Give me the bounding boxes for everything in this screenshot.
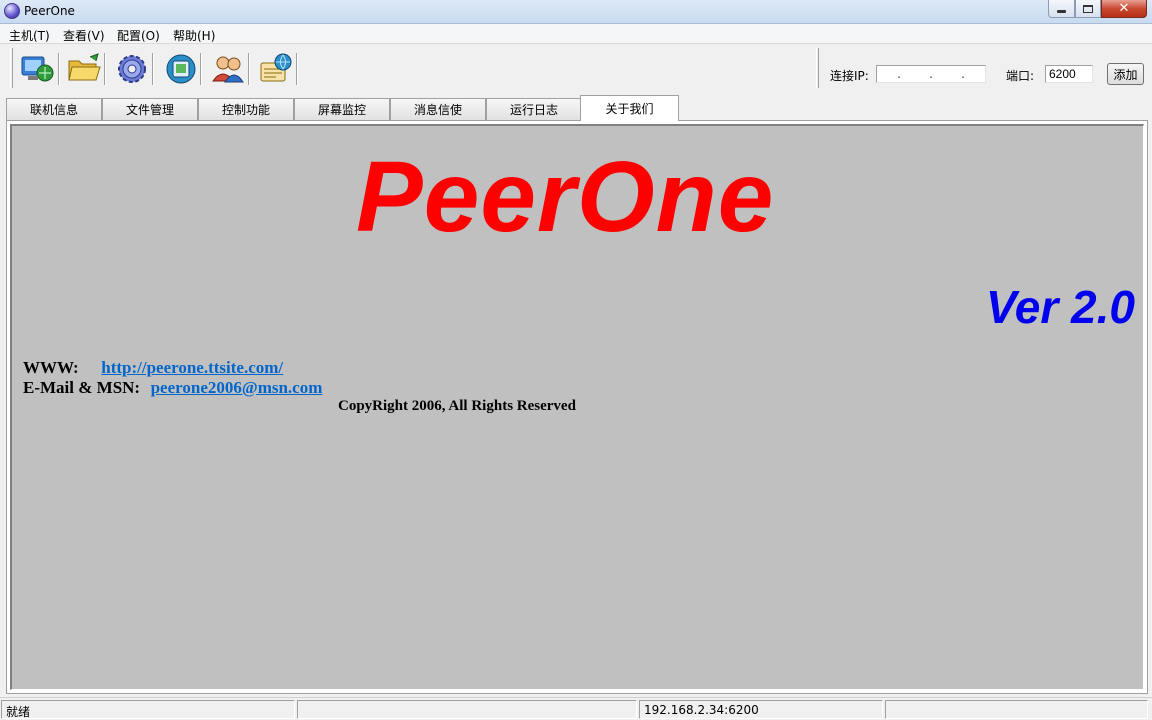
toolbar-grip[interactable] bbox=[816, 48, 819, 88]
version-label: Ver 2.0 bbox=[985, 281, 1135, 333]
app-globe-icon bbox=[4, 3, 20, 19]
ip-label: 连接IP: bbox=[830, 69, 869, 83]
ip-dot: . bbox=[895, 67, 903, 81]
web-log-button[interactable] bbox=[256, 51, 296, 87]
users-icon bbox=[212, 56, 244, 83]
host-connect-button[interactable] bbox=[18, 51, 58, 87]
toolbar-separator bbox=[104, 53, 106, 85]
status-address: 192.168.2.34:6200 bbox=[639, 700, 883, 719]
open-folder-button[interactable] bbox=[64, 51, 104, 87]
menu-help[interactable]: 帮助(H) bbox=[173, 27, 215, 44]
screen-monitor-icon bbox=[166, 54, 196, 84]
tab-connection-info[interactable]: 联机信息 bbox=[6, 98, 102, 120]
toolbar-separator bbox=[152, 53, 154, 85]
about-panel: PeerOne Ver 2.0 WWW: http://peerone.ttsi… bbox=[10, 124, 1144, 690]
connect-panel: 连接IP: . . . 端口: 添加 bbox=[820, 49, 1150, 93]
close-icon: ✕ bbox=[1118, 1, 1130, 16]
window-title: PeerOne bbox=[24, 4, 75, 18]
product-logo-text: PeerOne bbox=[356, 141, 775, 253]
tab-content: PeerOne Ver 2.0 WWW: http://peerone.ttsi… bbox=[6, 120, 1148, 694]
menu-host[interactable]: 主机(T) bbox=[9, 27, 50, 44]
web-log-icon bbox=[260, 53, 292, 82]
toolbar-separator bbox=[296, 53, 298, 85]
toolbar-grip[interactable] bbox=[10, 48, 13, 88]
ip-dot: . bbox=[959, 67, 967, 81]
status-state: 就绪 bbox=[1, 700, 295, 719]
email-link[interactable]: peerone2006@msn.com bbox=[151, 378, 323, 397]
status-bar: 就绪 192.168.2.34:6200 bbox=[0, 697, 1152, 720]
ip-address-field[interactable]: . . . bbox=[876, 65, 986, 83]
tab-about[interactable]: 关于我们 bbox=[580, 95, 679, 121]
status-empty bbox=[297, 700, 637, 719]
screen-monitor-button[interactable] bbox=[160, 51, 200, 87]
email-label: E-Mail & MSN: bbox=[23, 378, 141, 397]
add-button[interactable]: 添加 bbox=[1107, 63, 1144, 85]
maximize-button[interactable] bbox=[1075, 0, 1101, 18]
tab-strip: 联机信息 文件管理 控制功能 屏幕监控 消息信使 运行日志 关于我们 bbox=[0, 95, 1152, 121]
tab-control[interactable]: 控制功能 bbox=[198, 98, 294, 120]
open-folder-icon bbox=[68, 53, 101, 81]
email-line: E-Mail & MSN: peerone2006@msn.com bbox=[23, 378, 322, 398]
minimize-icon bbox=[1057, 9, 1066, 13]
maximize-icon bbox=[1083, 4, 1093, 13]
menu-bar: 主机(T) 查看(V) 配置(O) 帮助(H) bbox=[0, 24, 1152, 44]
menu-config[interactable]: 配置(O) bbox=[117, 27, 160, 44]
tab-file-manager[interactable]: 文件管理 bbox=[102, 98, 198, 120]
port-label: 端口: bbox=[1006, 69, 1035, 83]
minimize-button[interactable] bbox=[1048, 0, 1075, 18]
menu-view[interactable]: 查看(V) bbox=[63, 27, 105, 44]
settings-gear-icon bbox=[118, 55, 146, 83]
toolbar: 连接IP: . . . 端口: 添加 bbox=[0, 45, 1152, 95]
toolbar-separator bbox=[200, 53, 202, 85]
copyright-text: CopyRight 2006, All Rights Reserved bbox=[338, 398, 576, 414]
www-label: WWW: bbox=[23, 358, 79, 377]
settings-button[interactable] bbox=[112, 51, 152, 87]
ip-dot: . bbox=[927, 67, 935, 81]
tab-messenger[interactable]: 消息信使 bbox=[390, 98, 486, 120]
users-button[interactable] bbox=[208, 51, 248, 87]
host-connect-icon bbox=[21, 56, 54, 82]
toolbar-separator bbox=[248, 53, 250, 85]
tab-screen-monitor[interactable]: 屏幕监控 bbox=[294, 98, 390, 120]
www-line: WWW: http://peerone.ttsite.com/ bbox=[23, 358, 283, 378]
title-bar: PeerOne ✕ bbox=[0, 0, 1152, 24]
toolbar-separator bbox=[58, 53, 60, 85]
port-input[interactable] bbox=[1045, 65, 1093, 83]
tab-run-log[interactable]: 运行日志 bbox=[486, 98, 582, 120]
close-button[interactable]: ✕ bbox=[1101, 0, 1147, 18]
status-progress bbox=[885, 700, 1148, 719]
website-link[interactable]: http://peerone.ttsite.com/ bbox=[101, 358, 283, 377]
